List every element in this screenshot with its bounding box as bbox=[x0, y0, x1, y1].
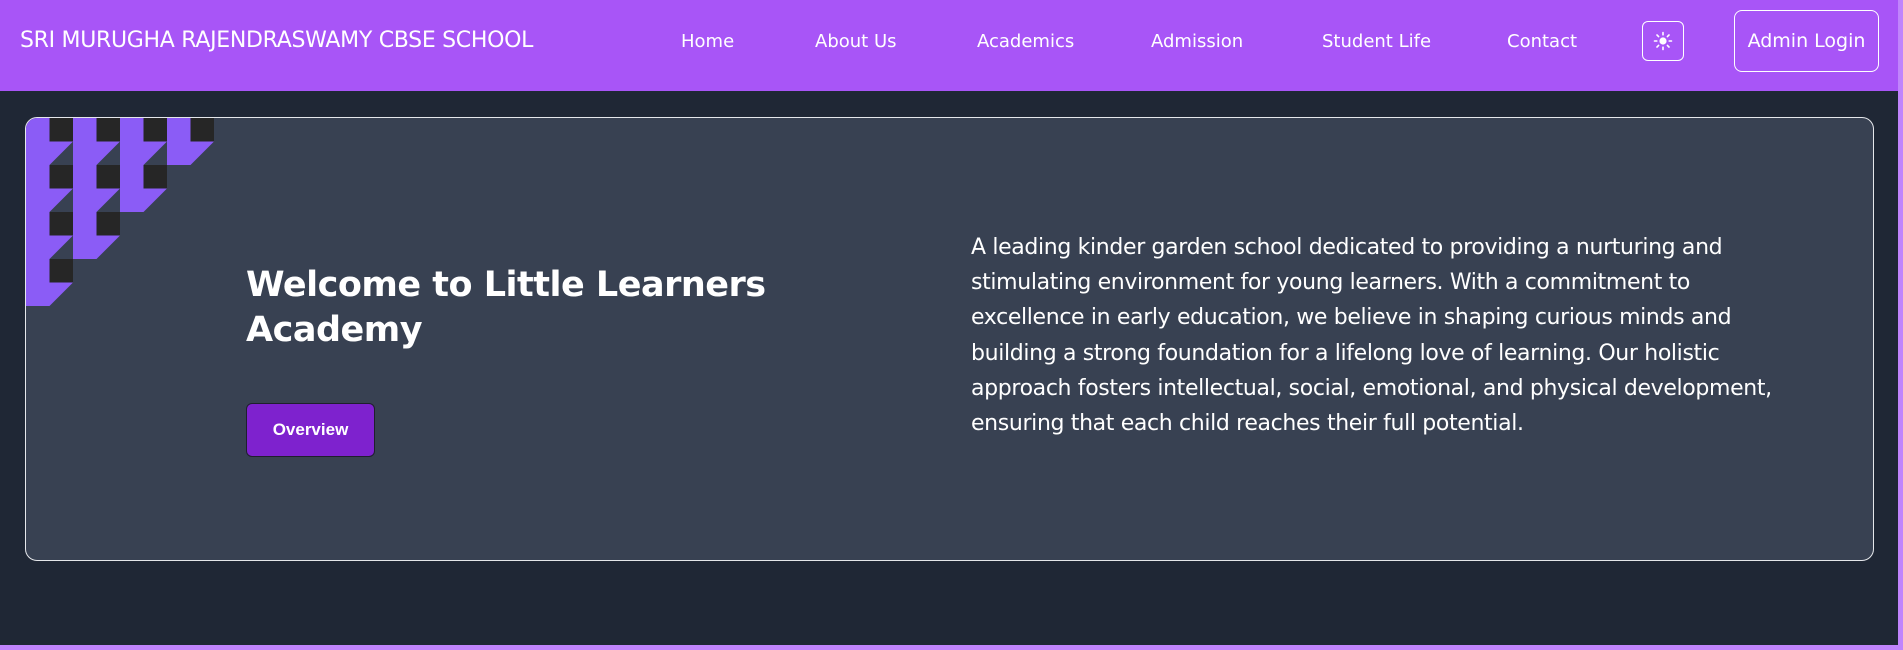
top-navbar: SRI MURUGHA RAJENDRASWAMY CBSE SCHOOL Ho… bbox=[0, 0, 1898, 91]
nav-link-admission[interactable]: Admission bbox=[1151, 31, 1243, 52]
sun-icon bbox=[1653, 31, 1673, 51]
overview-button[interactable]: Overview bbox=[246, 403, 375, 457]
nav-link-academics[interactable]: Academics bbox=[977, 31, 1074, 52]
theme-toggle-button[interactable] bbox=[1642, 21, 1684, 61]
nav-link-home[interactable]: Home bbox=[681, 31, 734, 52]
page-bottom-border bbox=[0, 645, 1903, 650]
decorative-corner-pattern bbox=[26, 118, 214, 306]
nav-link-about-us[interactable]: About Us bbox=[815, 31, 897, 52]
school-brand-name[interactable]: SRI MURUGHA RAJENDRASWAMY CBSE SCHOOL bbox=[20, 28, 533, 53]
admin-login-button[interactable]: Admin Login bbox=[1734, 10, 1879, 72]
hero-description: A leading kinder garden school dedicated… bbox=[971, 235, 1772, 437]
nav-link-student-life[interactable]: Student Life bbox=[1322, 31, 1431, 52]
hero-title: Welcome to Little Learners Academy bbox=[246, 265, 766, 350]
hero-card: Welcome to Little Learners Academy Overv… bbox=[25, 117, 1874, 561]
scrollbar-track[interactable] bbox=[1898, 0, 1903, 650]
nav-link-contact[interactable]: Contact bbox=[1507, 31, 1577, 52]
